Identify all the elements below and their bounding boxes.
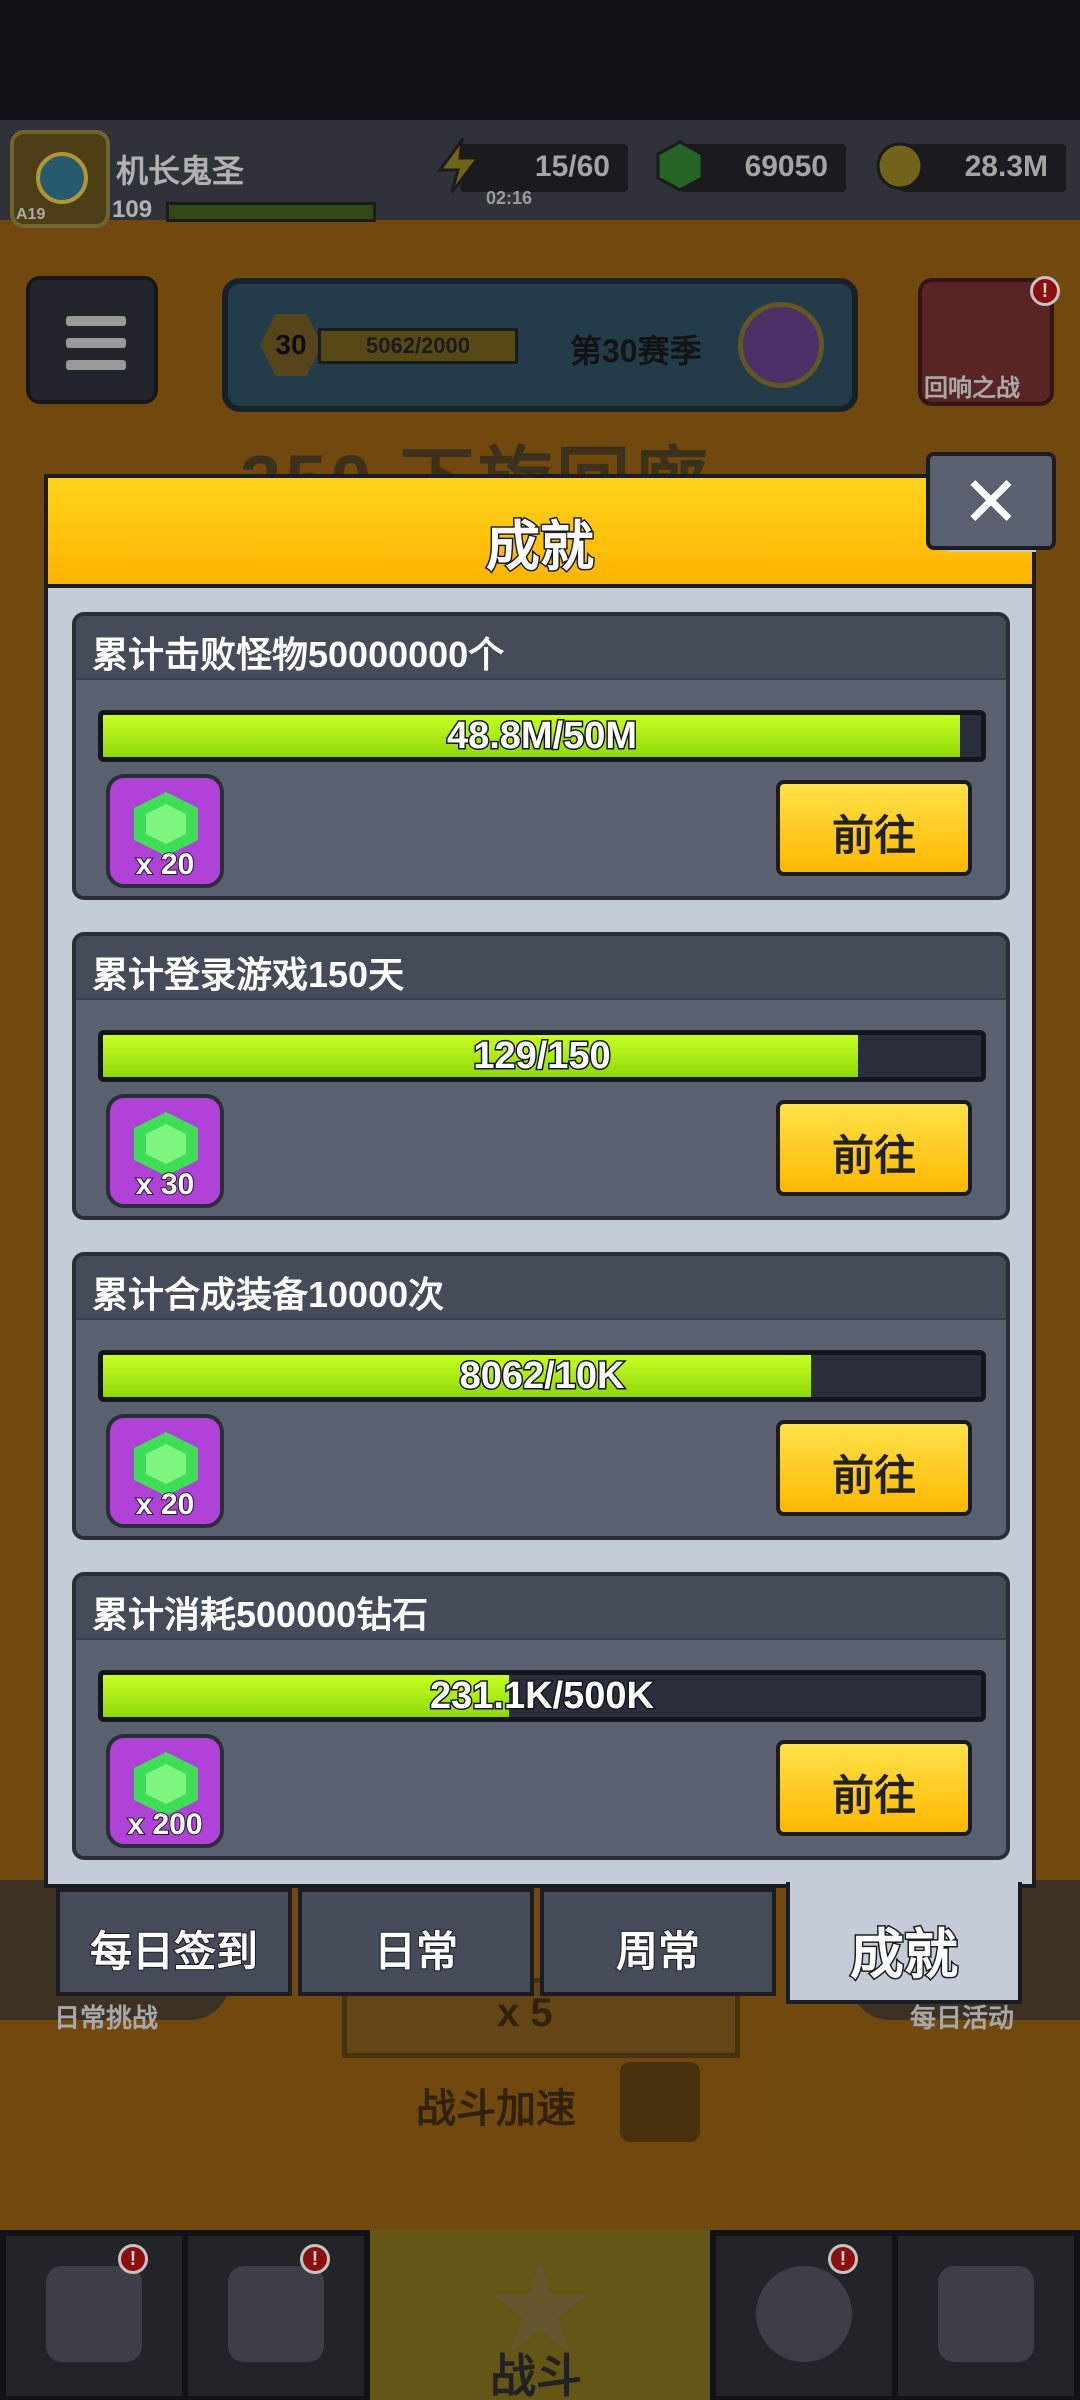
- achievement-progress-bar: 231.1K/500K: [98, 1670, 986, 1722]
- nav-shop[interactable]: [6, 2236, 182, 2396]
- modal-header: 成就: [48, 472, 1036, 588]
- armor-icon: [228, 2266, 324, 2362]
- go-button[interactable]: 前往: [776, 1420, 972, 1516]
- achievement-title: 累计合成装备10000次: [92, 1274, 445, 1315]
- achievement-card: 累计消耗500000钻石 231.1K/500K x 200 前往: [72, 1572, 1010, 1860]
- season-label: 第30赛季: [570, 333, 702, 369]
- achievement-header: 累计登录游戏150天: [76, 936, 1006, 1000]
- player-name: 机长鬼圣: [116, 153, 245, 189]
- achievement-header: 累计消耗500000钻石: [76, 1576, 1006, 1640]
- tab-weekly[interactable]: 周常: [540, 1888, 776, 1996]
- achievement-title: 累计登录游戏150天: [92, 954, 405, 995]
- achievement-card: 累计合成装备10000次 8062/10K x 20 前往: [72, 1252, 1010, 1540]
- notification-badge: !: [1030, 276, 1060, 306]
- achievement-title: 累计消耗500000钻石: [92, 1594, 429, 1635]
- go-button-label: 前往: [831, 1132, 916, 1179]
- season-progress: 5062/2000: [318, 328, 518, 364]
- reward-quantity: x 20: [135, 1487, 195, 1522]
- status-area: [0, 0, 1080, 120]
- menu-icon: [66, 316, 126, 326]
- daily-challenge-label: 日常挑战: [54, 2003, 159, 2033]
- progress-text: 8062/10K: [458, 1355, 626, 1397]
- achievement-header: 累计击败怪物50000000个: [76, 616, 1006, 680]
- close-button[interactable]: ✕: [926, 452, 1056, 550]
- achievement-progress-bar: 8062/10K: [98, 1350, 986, 1402]
- dna-icon: [938, 2266, 1034, 2362]
- go-button-label: 前往: [831, 1452, 916, 1499]
- reward-item[interactable]: x 30: [106, 1094, 224, 1208]
- nav-equipment[interactable]: [188, 2236, 364, 2396]
- speed-toggle[interactable]: [620, 2062, 700, 2142]
- reward-quantity: x 30: [135, 1167, 195, 1202]
- gem-counter[interactable]: 69050: [656, 140, 846, 192]
- speed-label: 战斗加速: [416, 2087, 576, 2131]
- go-button[interactable]: 前往: [776, 780, 972, 876]
- avatar-emblem-icon: [36, 152, 88, 204]
- progress-text: 231.1K/500K: [429, 1675, 656, 1717]
- nav-evolution[interactable]: [898, 2236, 1074, 2396]
- echo-battle-label: 回响之战: [924, 375, 1020, 402]
- achievement-header: 累计合成装备10000次: [76, 1256, 1006, 1320]
- progress-text: 48.8M/50M: [445, 715, 638, 757]
- nav-battle[interactable]: 战斗: [370, 2230, 710, 2400]
- tab-label: 周常: [615, 1927, 701, 1976]
- coin-counter[interactable]: 28.3M: [876, 142, 1066, 192]
- season-badge-icon: [738, 302, 824, 388]
- lightning-icon: [437, 138, 482, 193]
- coin-icon: [876, 142, 924, 190]
- player-xp-bar: [166, 202, 376, 222]
- tab-label: 每日签到: [89, 1927, 259, 1976]
- rank-tag: A19: [16, 206, 46, 223]
- gem-value: 69050: [744, 150, 828, 183]
- season-pass-bar[interactable]: 30 5062/2000 第30赛季: [222, 278, 858, 412]
- tab-achievements[interactable]: 成就: [786, 1882, 1022, 2004]
- talent-orb-icon: [756, 2266, 852, 2362]
- go-button[interactable]: 前往: [776, 1100, 972, 1196]
- nav-talent[interactable]: [716, 2236, 892, 2396]
- go-button[interactable]: 前往: [776, 1740, 972, 1836]
- gem-icon: [656, 140, 704, 192]
- shop-icon: [46, 2266, 142, 2362]
- reward-item[interactable]: x 200: [106, 1734, 224, 1848]
- notification-badge: !: [118, 2244, 148, 2274]
- progress-text: 129/150: [472, 1035, 612, 1077]
- achievement-progress-bar: 48.8M/50M: [98, 710, 986, 762]
- achievement-title: 累计击败怪物50000000个: [92, 634, 505, 675]
- achievement-card: 累计击败怪物50000000个 48.8M/50M x 20 前往: [72, 612, 1010, 900]
- energy-timer: 02:16: [486, 188, 533, 208]
- player-level: 109: [112, 196, 153, 223]
- reward-quantity: x 200: [126, 1807, 203, 1842]
- menu-button[interactable]: [26, 276, 158, 404]
- close-icon: ✕: [961, 463, 1021, 541]
- tab-label: 成就: [849, 1924, 960, 1987]
- player-avatar[interactable]: A19: [10, 130, 110, 228]
- tab-daily[interactable]: 日常: [298, 1888, 534, 1996]
- notification-badge: !: [300, 2244, 330, 2274]
- reward-quantity: x 20: [135, 847, 195, 882]
- reward-item[interactable]: x 20: [106, 774, 224, 888]
- achievement-progress-bar: 129/150: [98, 1030, 986, 1082]
- tab-daily-signin[interactable]: 每日签到: [56, 1888, 292, 1996]
- achievement-card: 累计登录游戏150天 129/150 x 30 前往: [72, 932, 1010, 1220]
- achievements-modal: 成就 累计击败怪物50000000个 48.8M/50M x 20 前往 累计登录游戏1…: [44, 472, 1036, 1888]
- nav-battle-label: 战斗: [490, 2350, 582, 2400]
- go-button-label: 前往: [831, 1772, 916, 1819]
- energy-value: 15/60: [534, 150, 610, 183]
- season-level: 30: [260, 314, 322, 376]
- energy-counter[interactable]: 15/60: [437, 138, 628, 193]
- go-button-label: 前往: [831, 812, 916, 859]
- modal-title: 成就: [485, 516, 596, 579]
- coin-value: 28.3M: [964, 150, 1048, 183]
- tab-label: 日常: [373, 1927, 459, 1976]
- notification-badge: !: [828, 2244, 858, 2274]
- reward-item[interactable]: x 20: [106, 1414, 224, 1528]
